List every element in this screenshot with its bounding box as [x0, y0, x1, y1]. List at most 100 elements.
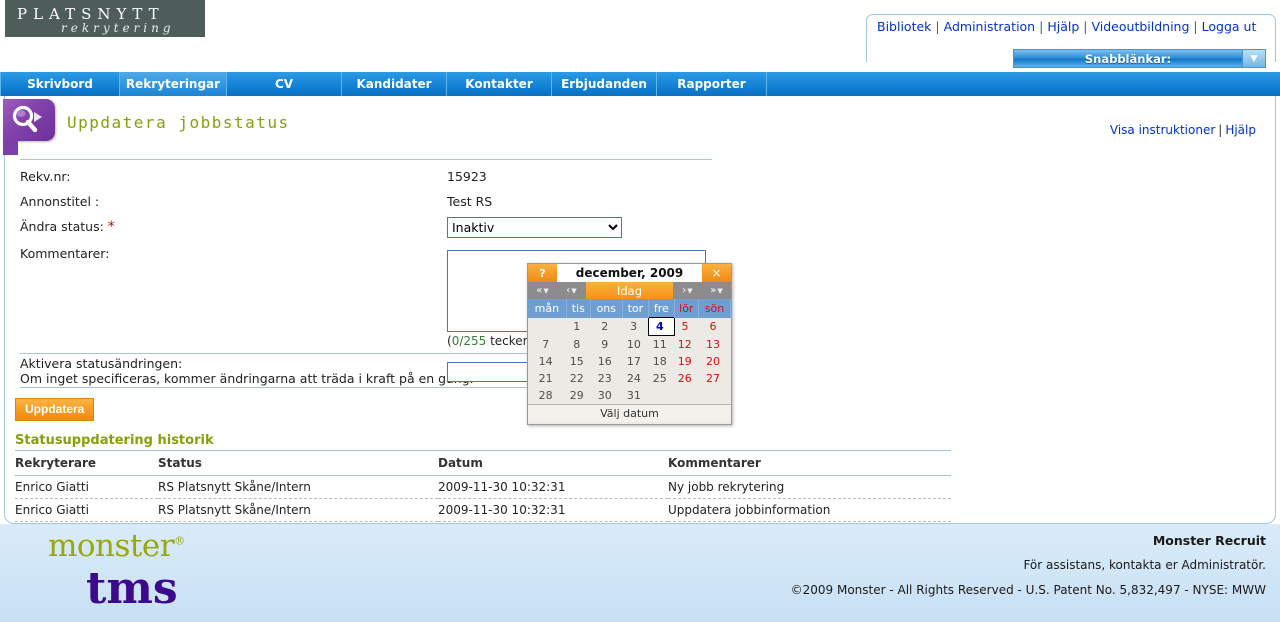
- calendar-grid: mån tis ons tor fre lör sön 1 2 3 4 5 6 …: [528, 299, 731, 404]
- monster-logo: monster®: [48, 528, 185, 564]
- calendar-day[interactable]: 15: [566, 353, 590, 370]
- table-row: Enrico Giatti RS Platsnytt Skåne/Intern …: [15, 475, 951, 499]
- calendar-weekday-row: mån tis ons tor fre lör sön: [528, 299, 731, 318]
- calendar-day[interactable]: 14: [528, 353, 566, 370]
- nav-filler: [767, 72, 1280, 96]
- top-link-logga-ut[interactable]: Logga ut: [1202, 19, 1257, 34]
- annonstitel-label: Annonstitel :: [20, 194, 100, 209]
- calendar-day[interactable]: 26: [674, 370, 699, 387]
- calendar-day[interactable]: 13: [699, 336, 731, 354]
- activate-label-line1: Aktivera statusändringen:: [20, 356, 183, 371]
- calendar-day[interactable]: 10: [622, 336, 648, 354]
- nav-tab-kontakter[interactable]: Kontakter: [447, 72, 552, 96]
- calendar-day[interactable]: 11: [649, 336, 674, 354]
- calendar-day[interactable]: 1: [566, 318, 590, 336]
- calendar-day[interactable]: 21: [528, 370, 566, 387]
- update-button[interactable]: Uppdatera: [15, 398, 95, 421]
- calendar-day[interactable]: [528, 318, 566, 336]
- calendar-day[interactable]: [674, 387, 699, 404]
- calendar-day[interactable]: 29: [566, 387, 590, 404]
- nav-tab-erbjudanden[interactable]: Erbjudanden: [552, 72, 657, 96]
- footer-brand: Monster Recruit: [1152, 533, 1266, 548]
- history-body: Enrico Giatti RS Platsnytt Skåne/Intern …: [15, 475, 951, 522]
- character-counter: (0/255 tecken: [447, 334, 531, 348]
- prev-month-chevron-icon: ‹: [566, 285, 571, 296]
- page-actions: Visa instruktioner | Hjälp: [1110, 123, 1256, 137]
- calendar-day[interactable]: 2: [590, 318, 622, 336]
- next-year-caret-icon: ▼: [717, 286, 723, 295]
- calendar-day[interactable]: 30: [590, 387, 622, 404]
- calendar-day[interactable]: [649, 387, 674, 404]
- calendar-day[interactable]: 18: [649, 353, 674, 370]
- calendar-day-selected[interactable]: 4: [648, 317, 675, 336]
- date-picker-calendar[interactable]: ? december, 2009 × «▼ ‹ ▼ Idag › ▼ » ▼ mån …: [527, 263, 732, 425]
- calendar-day[interactable]: 31: [622, 387, 648, 404]
- history-cell-status: RS Platsnytt Skåne/Intern: [158, 498, 438, 522]
- history-cell-kommentarer: Uppdatera jobbinformation: [668, 498, 951, 522]
- nav-tab-kandidater[interactable]: Kandidater: [342, 72, 447, 96]
- calendar-week-row: 28 29 30 31: [528, 387, 731, 404]
- page-actions-separator: |: [1218, 123, 1223, 137]
- calendar-help-button[interactable]: ?: [528, 264, 557, 282]
- nav-tab-rekryteringar[interactable]: Rekryteringar: [120, 72, 227, 96]
- calendar-day[interactable]: 8: [566, 336, 590, 354]
- platsnytt-logo: PLATSNYTT rekrytering: [5, 0, 205, 37]
- history-header-row: Rekryterare Status Datum Kommentarer: [15, 452, 951, 476]
- calendar-week-row: 21 22 23 24 25 26 27: [528, 370, 731, 387]
- top-link-videoutbildning[interactable]: Videoutbildning: [1092, 19, 1190, 34]
- activate-status-label: Aktivera statusändringen: Om inget speci…: [20, 356, 474, 386]
- badge-tail: [3, 141, 18, 155]
- weekday-tis: tis: [566, 299, 591, 318]
- weekday-fre: fre: [648, 299, 675, 318]
- nav-tab-rapporter[interactable]: Rapporter: [657, 72, 767, 96]
- calendar-today-button[interactable]: Idag: [586, 282, 673, 299]
- show-instructions-link[interactable]: Visa instruktioner: [1110, 123, 1215, 137]
- next-year-chevron-icon: »: [710, 285, 717, 296]
- calendar-day[interactable]: 3: [622, 318, 648, 336]
- calendar-next-year-button[interactable]: » ▼: [702, 282, 731, 299]
- status-label-text: Ändra status:: [20, 219, 104, 234]
- top-link-bibliotek[interactable]: Bibliotek: [877, 19, 931, 34]
- history-section-title: Statusuppdatering historik: [15, 433, 214, 448]
- close-icon[interactable]: ×: [702, 264, 731, 282]
- quicklinks-dropdown[interactable]: Snabblänkar: ▼: [1013, 49, 1266, 68]
- calendar-day[interactable]: 24: [622, 370, 648, 387]
- chevron-down-icon[interactable]: ▼: [1242, 50, 1265, 67]
- calendar-day[interactable]: 22: [566, 370, 590, 387]
- nav-tab-skrivbord[interactable]: Skrivbord: [0, 72, 120, 96]
- rekv-nr-label: Rekv.nr:: [20, 169, 71, 184]
- calendar-prev-year-button[interactable]: «▼: [528, 282, 557, 299]
- nav-tab-cv[interactable]: CV: [227, 72, 342, 96]
- calendar-day[interactable]: 19: [674, 353, 699, 370]
- calendar-day[interactable]: 17: [622, 353, 648, 370]
- calendar-day[interactable]: 25: [649, 370, 674, 387]
- monster-logo-text: monster: [48, 528, 175, 564]
- calendar-day[interactable]: 20: [699, 353, 731, 370]
- weekday-lor: lör: [674, 299, 700, 318]
- help-link[interactable]: Hjälp: [1225, 123, 1256, 137]
- calendar-next-month-button[interactable]: › ▼: [673, 282, 702, 299]
- top-link-hjalp[interactable]: Hjälp: [1047, 19, 1079, 34]
- calendar-day[interactable]: 12: [674, 336, 699, 354]
- history-col-status: Status: [158, 452, 438, 476]
- prev-year-chevron-icon: «: [536, 285, 543, 296]
- calendar-day[interactable]: 6: [699, 318, 731, 336]
- activation-date-input[interactable]: [447, 362, 533, 382]
- calendar-prev-month-button[interactable]: ‹ ▼: [557, 282, 586, 299]
- form-top-divider: [20, 159, 712, 160]
- history-col-rekryterare: Rekryterare: [15, 452, 158, 476]
- status-select[interactable]: Inaktiv: [447, 217, 622, 238]
- calendar-day[interactable]: 9: [590, 336, 622, 354]
- calendar-day[interactable]: [699, 387, 731, 404]
- calendar-day[interactable]: 5: [674, 318, 699, 336]
- top-link-administration[interactable]: Administration: [944, 19, 1035, 34]
- table-row: Enrico Giatti RS Platsnytt Skåne/Intern …: [15, 498, 951, 522]
- required-asterisk: *: [107, 219, 115, 235]
- calendar-footer-label[interactable]: Välj datum: [528, 404, 731, 422]
- calendar-day[interactable]: 23: [590, 370, 622, 387]
- calendar-day[interactable]: 27: [699, 370, 731, 387]
- calendar-day[interactable]: 28: [528, 387, 566, 404]
- calendar-day[interactable]: 7: [528, 336, 566, 354]
- status-label: Ändra status: *: [20, 219, 115, 235]
- calendar-day[interactable]: 16: [590, 353, 622, 370]
